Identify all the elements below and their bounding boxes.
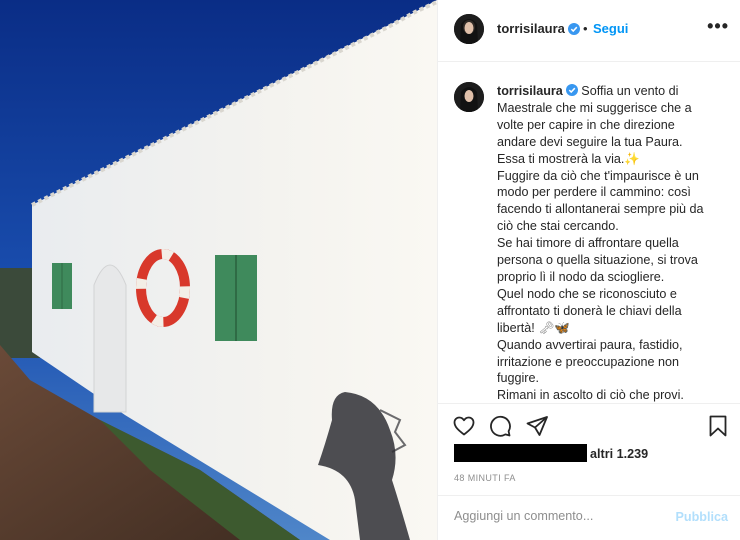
caption-text: Essa ti mostrerà la via.	[497, 151, 625, 166]
caption-line: libertà! 🗝🦋	[497, 320, 733, 337]
publish-button[interactable]: Pubblica	[676, 510, 728, 524]
redacted-username-block	[454, 444, 587, 462]
post-details-panel: torrisilaura • Segui ••• torrisilaura So…	[437, 0, 740, 540]
caption-avatar[interactable]	[454, 82, 484, 112]
caption-text: libertà!	[497, 320, 535, 335]
header-separator: •	[583, 21, 588, 36]
caption-area: torrisilaura Soffia un vento di Maestral…	[438, 63, 740, 403]
post-caption: torrisilaura Soffia un vento di Maestral…	[497, 83, 733, 404]
caption-line: Quando avvertirai paura, fastidio,	[497, 337, 683, 352]
caption-line: fuggire.	[497, 371, 540, 386]
paper-plane-icon[interactable]	[525, 414, 549, 438]
sparkle-emoji-icon: ✨	[624, 151, 641, 166]
more-options-icon[interactable]: •••	[707, 16, 729, 37]
likes-count[interactable]: altri 1.239	[454, 444, 648, 464]
caption-line: irritazione e preoccupazione non	[497, 354, 680, 369]
caption-line: torrisilaura Soffia un vento di	[497, 83, 733, 100]
caption-line: persona o quella situazione, si trova	[497, 253, 698, 268]
photo-house-with-shadow	[0, 0, 437, 540]
speech-bubble-icon[interactable]	[488, 414, 512, 438]
verified-badge-icon	[568, 23, 580, 35]
caption-line: Rimani in ascolto di ciò che provi.	[497, 388, 684, 403]
caption-line: Essa ti mostrerà la via.✨	[497, 151, 733, 168]
add-comment-bar: Pubblica	[438, 495, 740, 540]
caption-line: Fuggire da ciò che t'impaurisce è un	[497, 168, 699, 183]
likes-others-text[interactable]: altri 1.239	[590, 447, 648, 461]
bookmark-icon[interactable]	[706, 414, 730, 438]
caption-line: Quel nodo che se riconosciuto e	[497, 286, 677, 301]
post-author-username[interactable]: torrisilaura	[497, 21, 565, 36]
post-header: torrisilaura • Segui •••	[438, 0, 740, 62]
post-actions-bar	[438, 403, 740, 445]
avatar[interactable]	[454, 14, 484, 44]
comment-input[interactable]	[454, 509, 654, 523]
caption-username[interactable]: torrisilaura	[497, 84, 563, 98]
caption-line: ciò che stai cercando.	[497, 219, 619, 234]
caption-line: affrontato ti donerà le chiavi della	[497, 303, 682, 318]
key-emoji-icon: 🗝	[538, 320, 555, 335]
caption-line: volte per capire in che direzione	[497, 117, 675, 132]
caption-line: Maestrale che mi suggerisce che a	[497, 100, 692, 115]
butterfly-emoji-icon: 🦋	[554, 320, 570, 335]
caption-text: Soffia un vento di	[581, 84, 679, 98]
caption-line: facendo ti allontanerai sempre più da	[497, 202, 704, 217]
post-timestamp[interactable]: 48 MINUTI FA	[454, 473, 516, 483]
verified-badge-icon	[565, 84, 578, 96]
post-photo[interactable]	[0, 0, 437, 540]
caption-line: proprio lì il nodo da sciogliere.	[497, 269, 665, 284]
heart-icon[interactable]	[452, 414, 476, 438]
caption-line: andare devi seguire la tua Paura.	[497, 134, 683, 149]
caption-line: modo per perdere il cammino: così	[497, 185, 691, 200]
follow-button[interactable]: Segui	[593, 21, 628, 36]
caption-line: Se hai timore di affrontare quella	[497, 236, 679, 251]
